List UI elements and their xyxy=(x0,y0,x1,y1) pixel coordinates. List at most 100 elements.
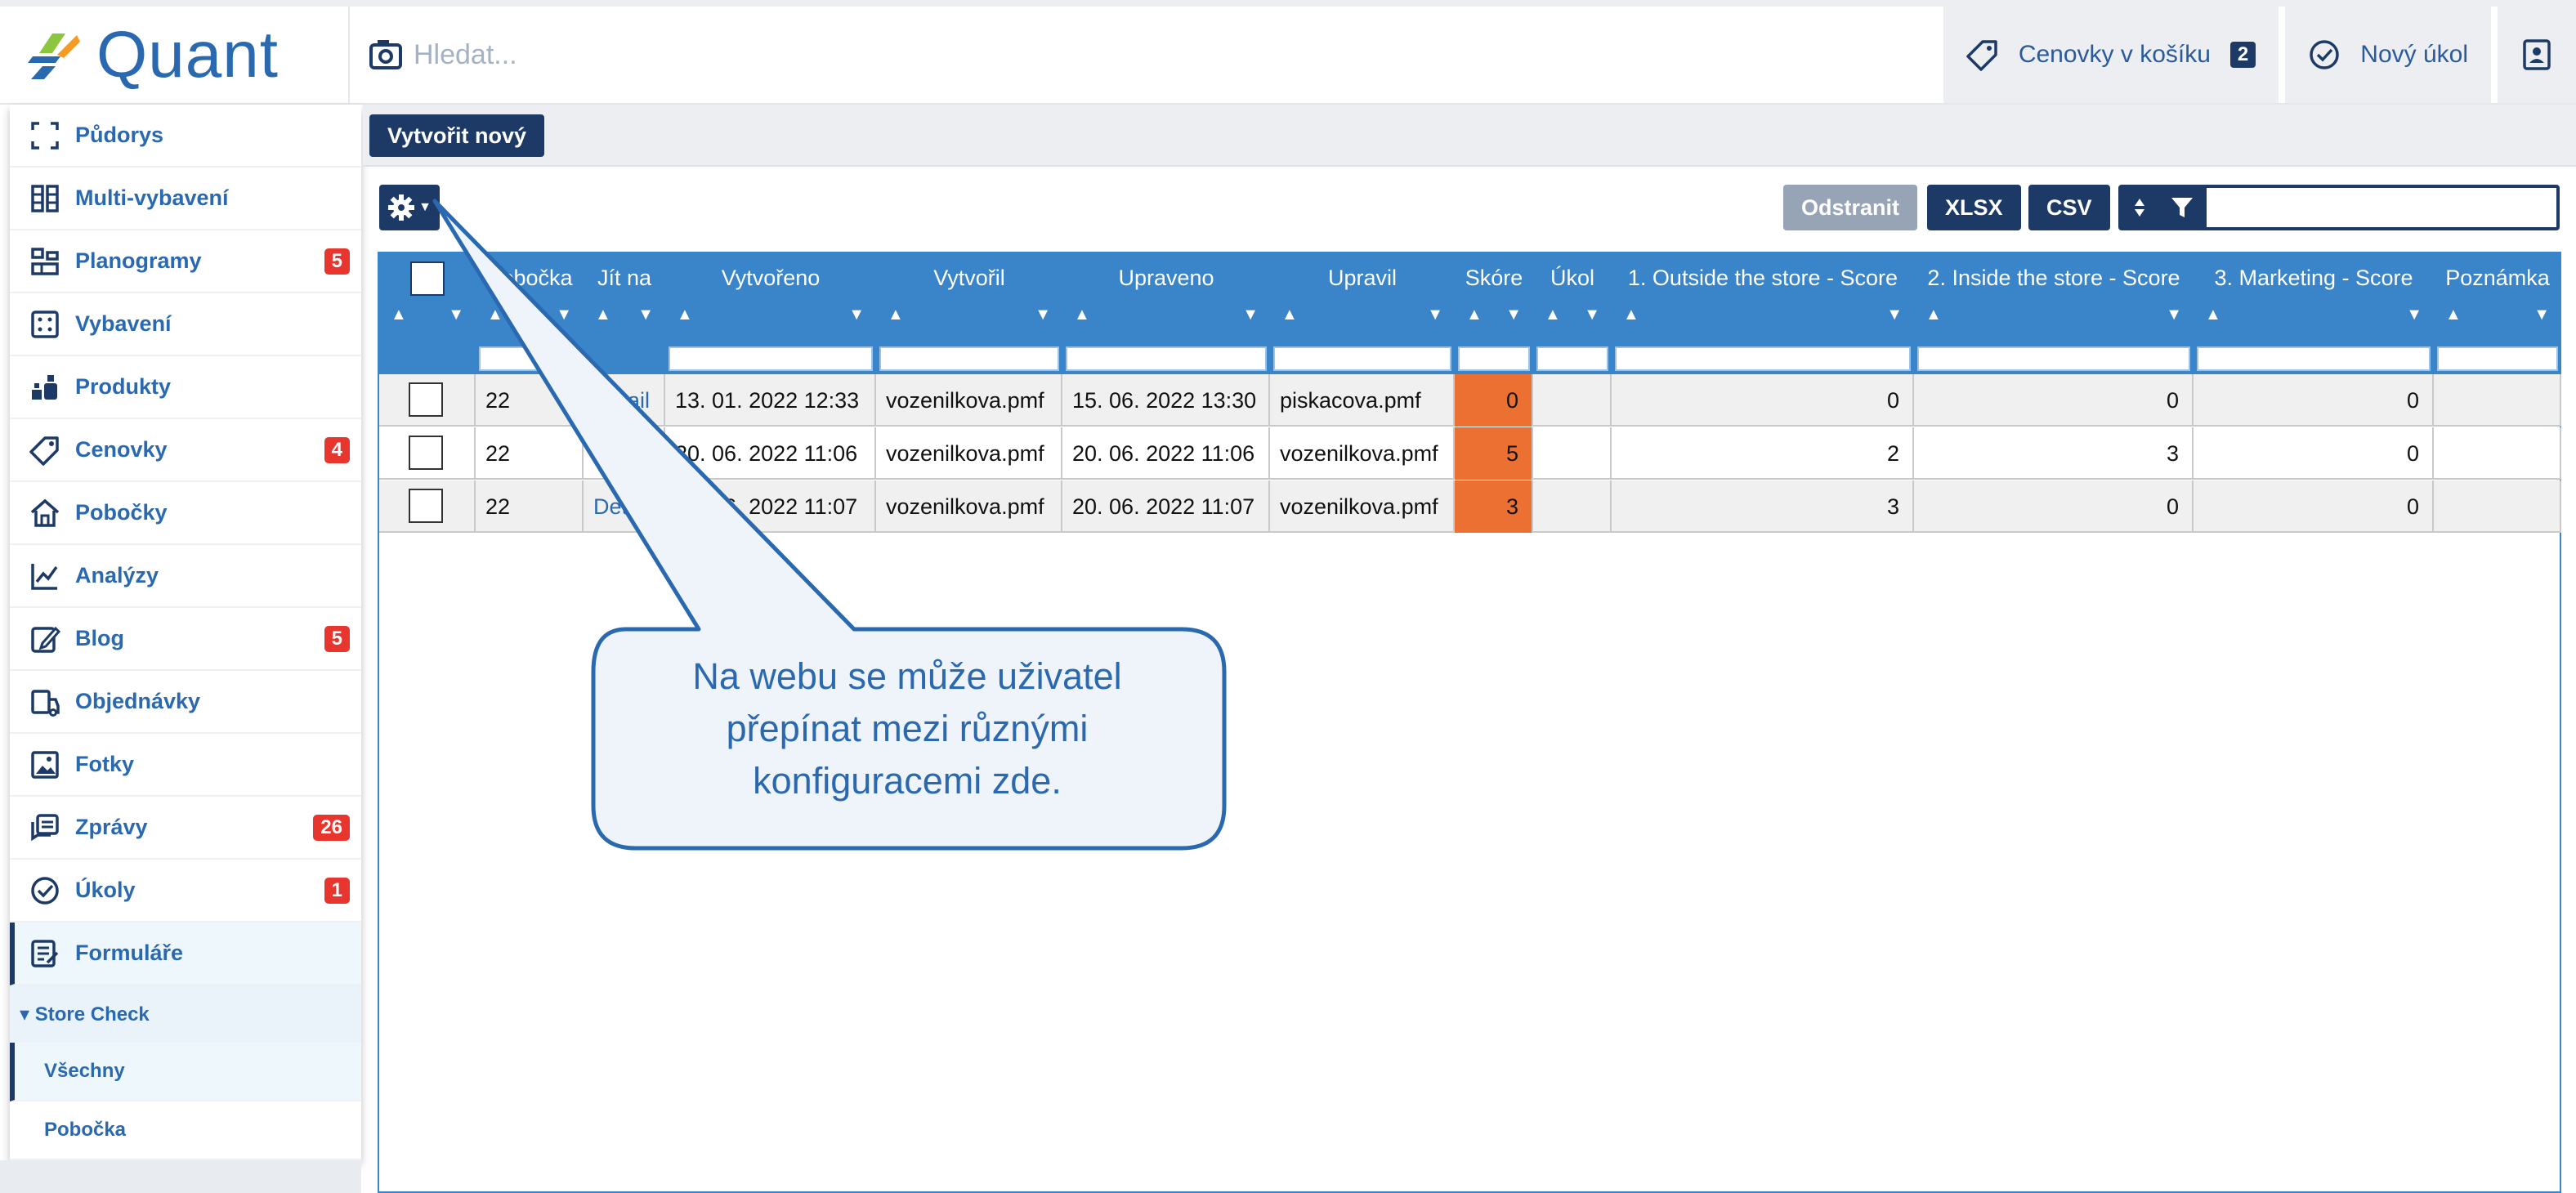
sort-asc-icon[interactable]: ▲ xyxy=(2205,306,2221,338)
sidebar-item-cenovky[interactable]: Cenovky 4 xyxy=(10,419,361,482)
profile-button[interactable] xyxy=(2491,7,2576,103)
column-filter-input[interactable] xyxy=(1066,346,1267,371)
column-header[interactable]: Poznámka xyxy=(2434,261,2561,294)
column-header[interactable]: Úkol xyxy=(1533,261,1612,294)
table-cell[interactable]: Detail xyxy=(584,480,665,533)
sort-desc-icon[interactable]: ▼ xyxy=(848,306,865,338)
column-filter-input[interactable] xyxy=(669,346,873,371)
column-sort-controls[interactable]: ▲ ▼ xyxy=(2434,306,2561,338)
column-filter-input[interactable] xyxy=(479,346,580,371)
column-sort-controls[interactable]: ▲ ▼ xyxy=(1612,306,1914,338)
export-xlsx-button[interactable]: XLSX xyxy=(1927,185,2021,230)
sort-asc-icon[interactable]: ▲ xyxy=(1545,306,1561,338)
column-sort-controls[interactable]: ▲ ▼ xyxy=(1455,306,1533,338)
column-header[interactable]: 3. Marketing - Score xyxy=(2194,261,2434,294)
column-filter-input[interactable] xyxy=(1615,346,1911,371)
column-sort-controls[interactable]: ▲ ▼ xyxy=(876,306,1062,338)
filter-controls[interactable] xyxy=(2122,188,2207,227)
sort-desc-icon[interactable]: ▼ xyxy=(2166,306,2182,338)
sidebar-item-blog[interactable]: Blog 5 xyxy=(10,608,361,671)
table-row[interactable]: 22 Detail 20. 06. 2022 11:07 vozenilkova.pm… xyxy=(379,480,2561,533)
sort-desc-icon[interactable]: ▼ xyxy=(1242,306,1259,338)
column-header[interactable]: Jít na xyxy=(584,261,665,294)
sidebar-item-planogramy[interactable]: Planogramy 5 xyxy=(10,230,361,293)
column-sort-controls[interactable]: ▲ ▼ xyxy=(1062,306,1270,338)
sort-desc-icon[interactable]: ▼ xyxy=(2534,306,2550,338)
row-checkbox[interactable] xyxy=(409,436,443,470)
column-header[interactable]: Skóre xyxy=(1455,261,1533,294)
detail-link[interactable]: Detail xyxy=(593,494,650,519)
config-menu-button[interactable]: ▼ xyxy=(379,185,440,230)
sidebar-item-pobocky[interactable]: Pobočky xyxy=(10,482,361,545)
column-header[interactable]: 2. Inside the store - Score xyxy=(1914,261,2194,294)
filter-icon[interactable] xyxy=(2170,195,2194,220)
row-checkbox[interactable] xyxy=(409,489,443,523)
sort-asc-icon[interactable]: ▲ xyxy=(391,306,407,338)
sidebar-item-vybaveni[interactable]: Vybavení xyxy=(10,293,361,356)
logo[interactable]: Quant xyxy=(0,7,350,103)
sort-asc-icon[interactable]: ▲ xyxy=(1925,306,1942,338)
sidebar-item-produkty[interactable]: Produkty xyxy=(10,356,361,419)
row-checkbox[interactable] xyxy=(409,382,443,417)
sort-asc-icon[interactable]: ▲ xyxy=(2445,306,2462,338)
sidebar-item-multi-vybaveni[interactable]: Multi-vybavení xyxy=(10,168,361,230)
column-header[interactable]: 1. Outside the store - Score xyxy=(1612,261,1914,294)
column-filter-input[interactable] xyxy=(879,346,1059,371)
sort-desc-icon[interactable]: ▼ xyxy=(1886,306,1903,338)
sort-asc-icon[interactable]: ▲ xyxy=(1074,306,1090,338)
create-new-button[interactable]: Vytvořit nový xyxy=(369,114,545,157)
sidebar-item-ukoly[interactable]: Úkoly 1 xyxy=(10,860,361,923)
column-filter-input[interactable] xyxy=(1273,346,1451,371)
sort-asc-icon[interactable]: ▲ xyxy=(888,306,904,338)
sort-desc-icon[interactable]: ▼ xyxy=(1427,306,1443,338)
sort-desc-icon[interactable]: ▼ xyxy=(1584,306,1600,338)
table-cell[interactable]: Detail xyxy=(584,427,665,480)
column-sort-controls[interactable]: ▲ ▼ xyxy=(584,306,665,338)
sort-asc-icon[interactable]: ▲ xyxy=(677,306,693,338)
column-filter-input[interactable] xyxy=(2437,346,2558,371)
column-header[interactable]: Upraveno xyxy=(1062,261,1270,294)
sidebar-item-zpravy[interactable]: Zprávy 26 xyxy=(10,797,361,860)
sort-asc-icon[interactable]: ▲ xyxy=(1623,306,1639,338)
column-sort-controls[interactable]: ▲ ▼ xyxy=(1270,306,1455,338)
search-input[interactable] xyxy=(414,38,1149,71)
global-filter-input[interactable] xyxy=(2207,188,2556,227)
sort-desc-icon[interactable]: ▼ xyxy=(637,306,654,338)
export-csv-button[interactable]: CSV xyxy=(2028,185,2110,230)
column-sort-controls[interactable]: ▲ ▼ xyxy=(476,306,584,338)
column-header[interactable]: Vytvořeno xyxy=(665,261,876,294)
column-sort-controls[interactable]: ▲ ▼ xyxy=(1914,306,2194,338)
table-cell[interactable]: Detail xyxy=(584,374,665,427)
sort-asc-icon[interactable]: ▲ xyxy=(1466,306,1483,338)
column-sort-controls[interactable]: ▲ ▼ xyxy=(665,306,876,338)
column-sort-controls[interactable]: ▲ ▼ xyxy=(1533,306,1612,338)
column-filter-input[interactable] xyxy=(1536,346,1608,371)
sidebar-item-objednavky[interactable]: Objednávky xyxy=(10,671,361,734)
column-filter-input[interactable] xyxy=(1458,346,1530,371)
select-all-checkbox[interactable] xyxy=(410,261,445,296)
column-filter-input[interactable] xyxy=(2197,346,2431,371)
column-header[interactable]: Upravil xyxy=(1270,261,1455,294)
sidebar-item-fotky[interactable]: Fotky xyxy=(10,734,361,797)
column-header[interactable]: Pobočka xyxy=(476,261,584,294)
table-row[interactable]: 22 Detail 13. 01. 2022 12:33 vozenilkova.pm… xyxy=(379,374,2561,427)
sort-desc-icon[interactable]: ▼ xyxy=(1505,306,1522,338)
sort-icon[interactable] xyxy=(2134,197,2145,218)
sort-desc-icon[interactable]: ▼ xyxy=(556,306,572,338)
sort-asc-icon[interactable]: ▲ xyxy=(1281,306,1298,338)
detail-link[interactable]: Detail xyxy=(593,388,650,413)
sidebar-subitem-pobocka[interactable]: Pobočka xyxy=(10,1101,361,1160)
sidebar-subitem-vsechny[interactable]: Všechny xyxy=(10,1043,361,1101)
camera-icon[interactable] xyxy=(368,37,404,73)
sort-asc-icon[interactable]: ▲ xyxy=(595,306,611,338)
column-header[interactable]: Vytvořil xyxy=(876,261,1062,294)
new-task-button[interactable]: Nový úkol xyxy=(2279,7,2491,103)
cart-button[interactable]: Cenovky v košíku 2 xyxy=(1936,7,2279,103)
column-sort-controls[interactable]: ▲ ▼ xyxy=(379,306,476,338)
sidebar-item-analyzy[interactable]: Analýzy xyxy=(10,545,361,608)
sort-desc-icon[interactable]: ▼ xyxy=(1035,306,1051,338)
detail-link[interactable]: Detail xyxy=(593,441,650,466)
column-sort-controls[interactable]: ▲ ▼ xyxy=(2194,306,2434,338)
sort-desc-icon[interactable]: ▼ xyxy=(2406,306,2422,338)
column-filter-input[interactable] xyxy=(1917,346,2190,371)
